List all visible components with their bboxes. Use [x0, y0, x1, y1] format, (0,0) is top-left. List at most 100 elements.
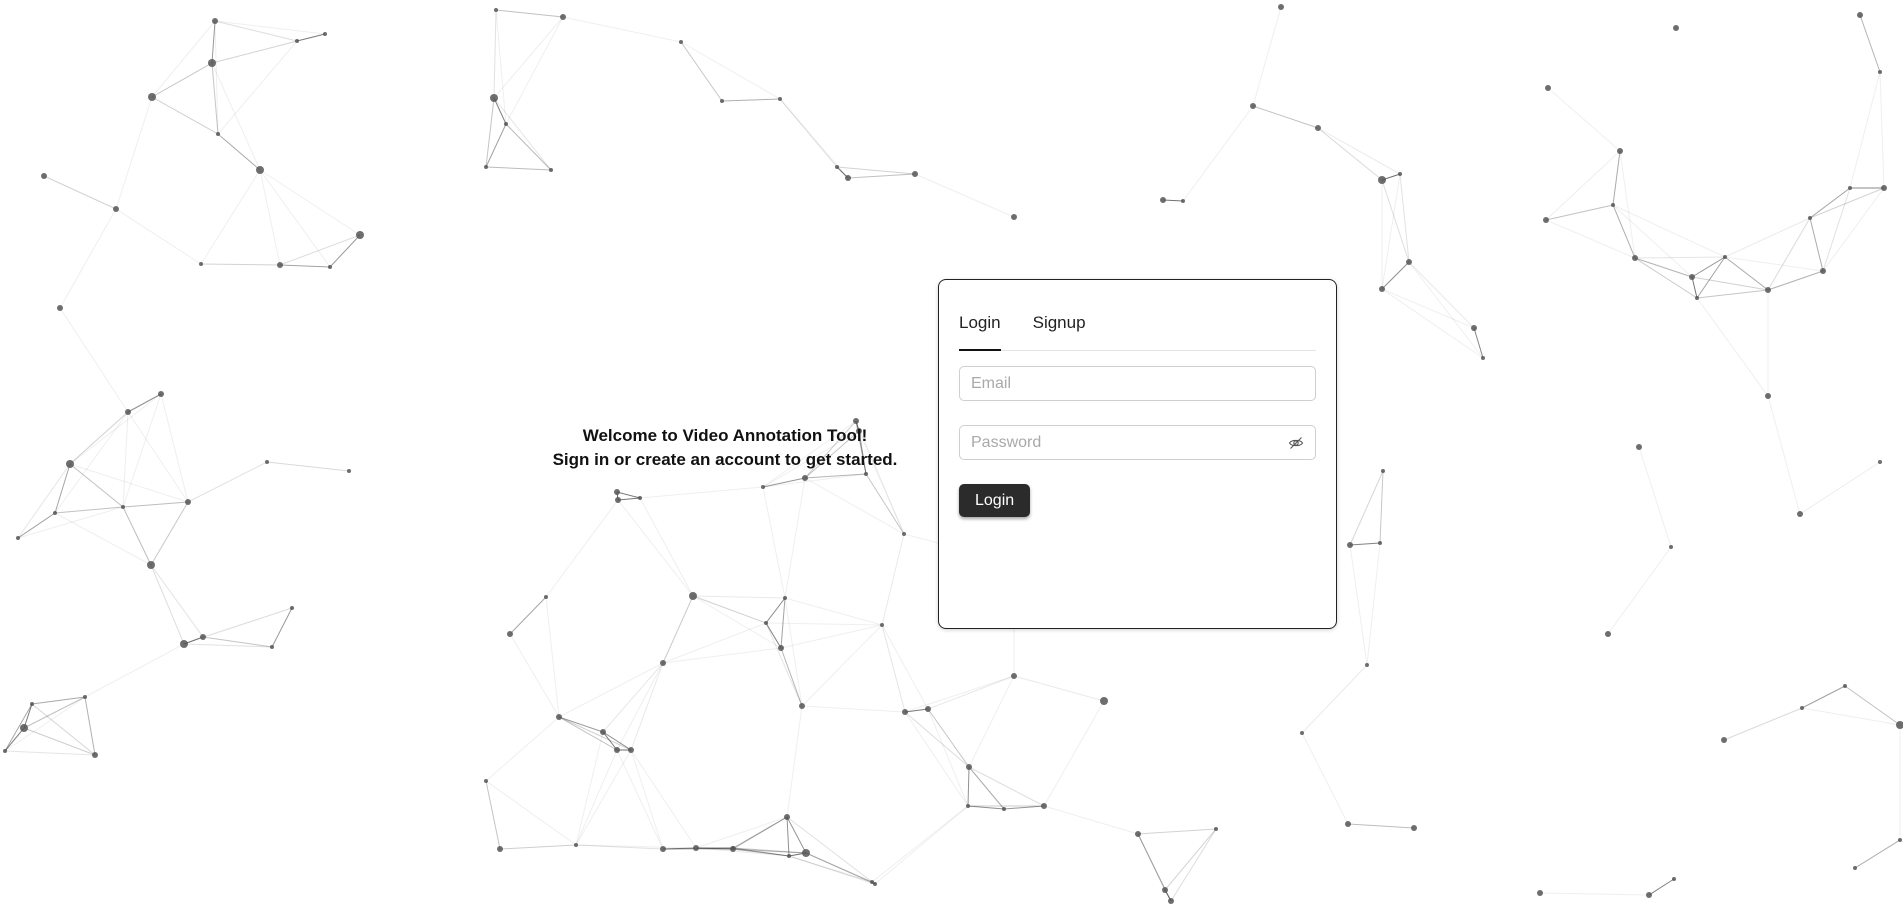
- network-edge: [1634, 257, 1693, 278]
- tab-login[interactable]: Login: [959, 314, 1001, 351]
- password-field[interactable]: [959, 425, 1316, 460]
- network-node: [835, 165, 839, 169]
- network-node: [57, 305, 63, 311]
- email-field[interactable]: [959, 366, 1316, 401]
- network-edge: [801, 705, 906, 713]
- network-edge: [804, 477, 905, 535]
- network-edge: [801, 624, 883, 707]
- network-node: [265, 460, 269, 464]
- network-edge: [836, 166, 916, 175]
- network-node: [966, 804, 970, 808]
- network-edge: [211, 62, 261, 171]
- eye-slash-icon[interactable]: [1288, 435, 1304, 451]
- network-edge: [1162, 199, 1184, 202]
- network-node: [1315, 125, 1321, 131]
- network-node: [158, 391, 164, 397]
- network-edge: [617, 497, 641, 501]
- network-edge: [151, 62, 213, 98]
- network-node: [912, 171, 918, 177]
- network-edge: [788, 855, 873, 883]
- network-edge: [1349, 542, 1381, 546]
- network-edge: [1301, 664, 1368, 734]
- network-node: [1669, 545, 1673, 549]
- network-node: [1843, 684, 1847, 688]
- network-node: [1878, 460, 1882, 464]
- network-edge: [493, 97, 552, 171]
- network-edge: [575, 749, 632, 846]
- network-edge: [1473, 327, 1484, 359]
- network-edge: [558, 716, 618, 751]
- network-edge: [558, 662, 664, 718]
- network-edge: [1648, 878, 1675, 896]
- network-edge: [881, 624, 929, 710]
- network-edge: [865, 473, 905, 535]
- network-edge: [1539, 892, 1650, 896]
- network-node: [1278, 4, 1284, 10]
- network-edge: [1724, 217, 1811, 258]
- network-edge: [1164, 828, 1217, 891]
- network-edge: [59, 307, 129, 413]
- network-node: [1820, 268, 1826, 274]
- network-edge: [1859, 14, 1881, 73]
- network-node: [925, 706, 931, 712]
- network-node: [1345, 821, 1351, 827]
- network-node: [628, 747, 634, 753]
- network-node: [147, 561, 155, 569]
- network-node: [614, 489, 620, 495]
- network-node: [507, 631, 513, 637]
- network-edge: [639, 486, 764, 499]
- network-node: [783, 596, 787, 600]
- network-node: [902, 709, 908, 715]
- auth-tabs: Login Signup: [959, 314, 1316, 351]
- network-edge: [630, 749, 664, 850]
- network-edge: [54, 463, 71, 514]
- network-edge: [1634, 257, 1698, 299]
- network-node: [1617, 148, 1623, 154]
- network-edge: [927, 675, 1015, 710]
- network-node: [490, 94, 498, 102]
- network-edge: [1379, 470, 1384, 544]
- network-node: [1695, 296, 1699, 300]
- network-node: [1379, 286, 1385, 292]
- password-field-wrapper: [959, 425, 1316, 460]
- network-edge: [1879, 71, 1885, 189]
- network-edge: [630, 662, 664, 751]
- network-node: [574, 843, 578, 847]
- network-edge: [680, 41, 723, 102]
- network-edge: [499, 844, 577, 850]
- network-node: [660, 846, 666, 852]
- network-node: [208, 59, 216, 67]
- network-node: [295, 39, 299, 43]
- network-edge: [1252, 6, 1282, 107]
- network-edge: [1634, 256, 1726, 259]
- network-edge: [1844, 685, 1901, 726]
- network-edge: [1317, 127, 1401, 175]
- network-edge: [904, 675, 1015, 713]
- network-edge: [786, 705, 803, 818]
- welcome-heading: Welcome to Video Annotation Tool!: [582, 426, 868, 445]
- network-edge: [509, 596, 547, 635]
- network-edge: [1767, 217, 1811, 291]
- network-node: [1898, 838, 1902, 842]
- network-edge: [485, 716, 560, 782]
- network-edge: [1545, 150, 1621, 221]
- network-edge: [493, 16, 564, 99]
- network-edge: [968, 766, 1045, 807]
- network-node: [1723, 255, 1727, 259]
- network-edge: [122, 501, 189, 508]
- network-node: [185, 499, 191, 505]
- tab-signup[interactable]: Signup: [1033, 314, 1086, 350]
- network-edge: [485, 123, 507, 168]
- network-edge: [692, 595, 786, 599]
- network-edge: [54, 512, 152, 566]
- welcome-message: Welcome to Video Annotation Tool! Sign i…: [540, 424, 910, 472]
- network-edge: [1809, 187, 1851, 219]
- network-edge: [200, 263, 281, 266]
- network-edge: [1809, 217, 1824, 272]
- network-edge: [23, 696, 86, 729]
- network-node: [660, 660, 666, 666]
- login-button[interactable]: Login: [959, 484, 1031, 517]
- network-node: [693, 845, 699, 851]
- network-edge: [847, 173, 916, 179]
- network-node: [1378, 176, 1386, 184]
